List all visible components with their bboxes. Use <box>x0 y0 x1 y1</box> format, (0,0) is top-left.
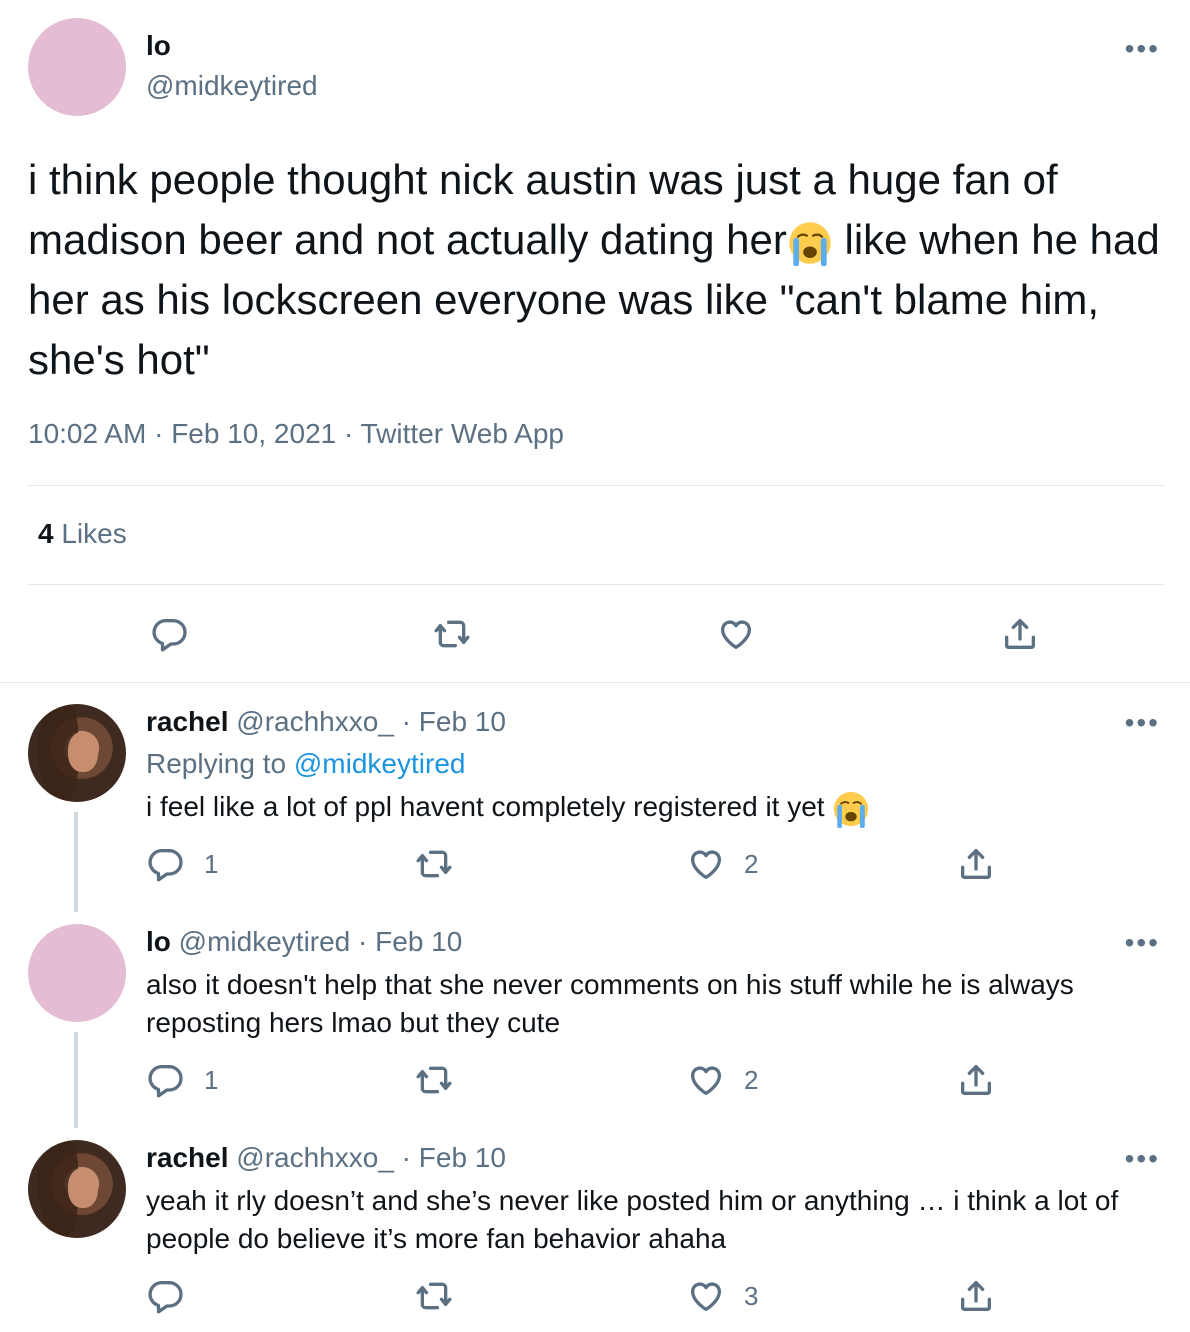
like-button[interactable] <box>716 614 756 654</box>
replying-label: Replying to <box>146 748 287 779</box>
share-button[interactable] <box>956 844 996 884</box>
loudly-crying-face-icon <box>832 790 870 828</box>
share-icon <box>1000 614 1040 654</box>
reply-text: yeah it rly doesn’t and she’s never like… <box>146 1185 1119 1254</box>
avatar[interactable] <box>28 704 126 802</box>
reply-date[interactable]: Feb 10 <box>419 1142 506 1173</box>
avatar[interactable] <box>28 1140 126 1238</box>
loudly-crying-face-icon <box>787 220 833 266</box>
tweet-text: i think people thought nick austin was j… <box>28 150 1168 390</box>
meta-separator: · <box>336 418 361 449</box>
meta-separator: · <box>393 706 419 737</box>
reply-header: rachel @rachhxxo_ · Feb 10 <box>146 1142 506 1174</box>
reply-text-content: i feel like a lot of ppl havent complete… <box>146 791 833 822</box>
reply-icon <box>146 1060 186 1100</box>
tweet-time[interactable]: 10:02 AM <box>28 418 146 449</box>
retweet-button[interactable] <box>414 1276 454 1316</box>
author-name[interactable]: rachel <box>146 706 229 737</box>
retweet-icon <box>414 1276 454 1316</box>
reply-button[interactable]: 1 <box>146 1060 218 1100</box>
reply-count: 1 <box>204 848 219 879</box>
author-handle[interactable]: @midkeytired <box>146 70 318 102</box>
author-handle[interactable]: @midkeytired <box>179 926 351 957</box>
divider <box>28 485 1164 486</box>
meta-separator: · <box>350 926 376 957</box>
likes-label: Likes <box>61 518 127 549</box>
share-button[interactable] <box>956 1060 996 1100</box>
meta-separator: · <box>393 1142 419 1173</box>
replying-to-link[interactable]: @midkeytired <box>294 748 466 779</box>
likes-count[interactable]: 4 Likes <box>38 518 127 550</box>
heart-icon <box>686 844 726 884</box>
reply-date[interactable]: Feb 10 <box>419 706 506 737</box>
author-name[interactable]: lo <box>146 30 171 62</box>
heart-icon <box>716 614 756 654</box>
share-button[interactable] <box>956 1276 996 1316</box>
author-name[interactable]: rachel <box>146 1142 229 1173</box>
retweet-icon <box>414 1060 454 1100</box>
retweet-icon <box>432 614 472 654</box>
like-count: 3 <box>744 1280 759 1311</box>
more-options-icon[interactable]: ••• <box>1125 929 1160 957</box>
reply-button[interactable] <box>150 614 190 654</box>
reply-icon <box>146 844 186 884</box>
like-button[interactable]: 3 <box>686 1276 758 1316</box>
heart-icon <box>686 1060 726 1100</box>
like-button[interactable]: 2 <box>686 1060 758 1100</box>
reply-icon <box>150 614 190 654</box>
like-button[interactable]: 2 <box>686 844 758 884</box>
share-button[interactable] <box>1000 614 1040 654</box>
retweet-button[interactable] <box>432 614 472 654</box>
tweet-meta: 10:02 AM · Feb 10, 2021 · Twitter Web Ap… <box>28 418 564 450</box>
reply-header: lo @midkeytired · Feb 10 <box>146 926 462 958</box>
likes-number: 4 <box>38 518 54 549</box>
reply-button[interactable] <box>146 1276 186 1316</box>
author-handle[interactable]: @rachhxxo_ <box>236 1142 394 1173</box>
more-options-icon[interactable]: ••• <box>1125 1145 1160 1173</box>
heart-icon <box>686 1276 726 1316</box>
retweet-icon <box>414 844 454 884</box>
author-handle[interactable]: @rachhxxo_ <box>236 706 394 737</box>
reply-icon <box>146 1276 186 1316</box>
tweet-source[interactable]: Twitter Web App <box>361 418 564 449</box>
reply-text: i feel like a lot of ppl havent complete… <box>146 788 1156 828</box>
divider <box>28 584 1164 585</box>
author-name[interactable]: lo <box>146 926 171 957</box>
replying-to: Replying to @midkeytired <box>146 748 465 780</box>
share-icon <box>956 1276 996 1316</box>
retweet-button[interactable] <box>414 844 454 884</box>
reply-text: also it doesn't help that she never comm… <box>146 969 1074 1038</box>
avatar[interactable] <box>28 924 126 1022</box>
more-options-icon[interactable]: ••• <box>1125 709 1160 737</box>
retweet-button[interactable] <box>414 1060 454 1100</box>
share-icon <box>956 1060 996 1100</box>
share-icon <box>956 844 996 884</box>
thread-line <box>74 812 78 912</box>
like-count: 2 <box>744 848 759 879</box>
avatar[interactable] <box>28 18 126 116</box>
more-options-icon[interactable]: ••• <box>1125 35 1160 63</box>
like-count: 2 <box>744 1064 759 1095</box>
tweet-date[interactable]: Feb 10, 2021 <box>171 418 336 449</box>
reply-count: 1 <box>204 1064 219 1095</box>
reply-date[interactable]: Feb 10 <box>375 926 462 957</box>
reply-button[interactable]: 1 <box>146 844 218 884</box>
divider <box>0 682 1190 683</box>
reply-header: rachel @rachhxxo_ · Feb 10 <box>146 706 506 738</box>
meta-separator: · <box>146 418 172 449</box>
thread-line <box>74 1032 78 1128</box>
